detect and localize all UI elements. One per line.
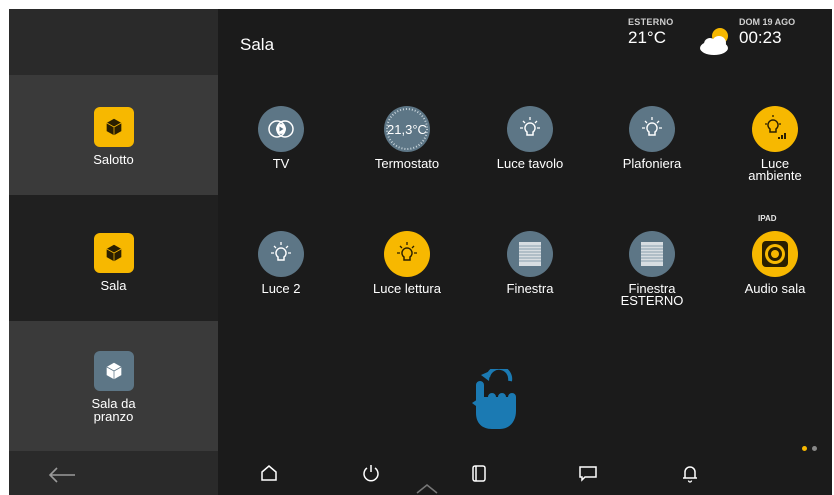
back-button[interactable] (45, 461, 79, 489)
bulb-icon (258, 231, 304, 277)
dimmer-bulb-icon (752, 106, 798, 152)
bell-icon (683, 466, 697, 483)
page-dot[interactable] (812, 446, 817, 451)
device-label-line: ESTERNO (620, 293, 684, 308)
temperature-value: 21°C (628, 28, 666, 47)
scenes-button[interactable] (464, 458, 494, 488)
room-label: Salotto (93, 152, 134, 167)
device-finestra[interactable]: Finestra (475, 231, 585, 295)
device-finestra-esterno[interactable]: Finestra ESTERNO (597, 231, 707, 307)
bulb-icon (384, 231, 430, 277)
sidebar-room-sala[interactable]: Sala (9, 195, 218, 321)
chevron-up-icon[interactable] (414, 481, 440, 495)
room-label: Sala (100, 278, 127, 293)
arrow-left-icon (48, 467, 75, 483)
swipe-hand-icon (472, 369, 516, 429)
room-label-line: pranzo (93, 409, 134, 424)
date-time: DOM 19 AGO 00:23 (739, 17, 795, 48)
time-value: 00:23 (739, 28, 782, 47)
power-button[interactable] (356, 458, 386, 488)
chat-icon (579, 466, 597, 482)
room-label: Sala da pranzo (91, 397, 135, 423)
tv-play-icon (258, 106, 304, 152)
page-indicator (802, 446, 817, 451)
device-screen: Salotto Sala Sala da pranzo Sala ESTERNO… (9, 9, 832, 495)
messages-button[interactable] (573, 458, 603, 488)
device-termostato[interactable]: 21,3°C Termostato (352, 106, 462, 170)
device-audio-sala[interactable]: Audio sala (720, 231, 830, 295)
cube-icon (93, 351, 134, 391)
device-label-line: ambiente (748, 168, 802, 183)
home-icon (261, 465, 277, 481)
sidebar-room-sala-da-pranzo[interactable]: Sala da pranzo (9, 321, 218, 451)
device-label: Luce lettura (373, 281, 441, 296)
device-tv[interactable]: TV (226, 106, 336, 170)
bulb-icon (629, 106, 675, 152)
power-icon (363, 465, 379, 482)
sidebar-room-salotto[interactable]: Salotto (9, 75, 218, 195)
bulb-icon (507, 106, 553, 152)
device-luce-ambiente[interactable]: Luce ambiente (720, 106, 830, 182)
device-label: Termostato (374, 156, 440, 171)
device-label: Finestra ESTERNO (620, 282, 684, 308)
device-label: Luce ambiente (748, 157, 802, 183)
cube-icon (93, 107, 134, 147)
page-dot-active[interactable] (802, 446, 807, 451)
notifications-button[interactable] (675, 458, 705, 488)
partly-cloudy-icon (700, 28, 728, 55)
shutter-icon (507, 231, 553, 277)
scenes-icon (472, 465, 486, 482)
device-label: Plafoniera (622, 156, 682, 171)
device-label: Audio sala (744, 281, 806, 296)
cube-icon (93, 233, 134, 273)
thermostat-dial-icon: 21,3°C (384, 106, 430, 152)
shutter-icon (629, 231, 675, 277)
device-label: Luce tavolo (496, 156, 564, 171)
device-plafoniera[interactable]: Plafoniera (597, 106, 707, 170)
page-title: Sala (240, 35, 275, 54)
date-label: DOM 19 AGO (739, 17, 796, 27)
weather-label: ESTERNO (628, 17, 674, 27)
device-luce-lettura[interactable]: Luce lettura (352, 231, 462, 295)
weather-widget: ESTERNO 21°C (628, 17, 674, 48)
device-luce-tavolo[interactable]: Luce tavolo (475, 106, 585, 170)
device-luce-2[interactable]: Luce 2 (226, 231, 336, 295)
device-label: Luce 2 (261, 281, 301, 296)
speaker-icon (752, 231, 798, 277)
device-label: Finestra (506, 281, 554, 296)
device-tag: IPAD (758, 214, 777, 223)
room-sidebar: Salotto Sala Sala da pranzo (9, 9, 218, 495)
device-label: TV (272, 156, 290, 171)
home-button[interactable] (254, 458, 284, 488)
